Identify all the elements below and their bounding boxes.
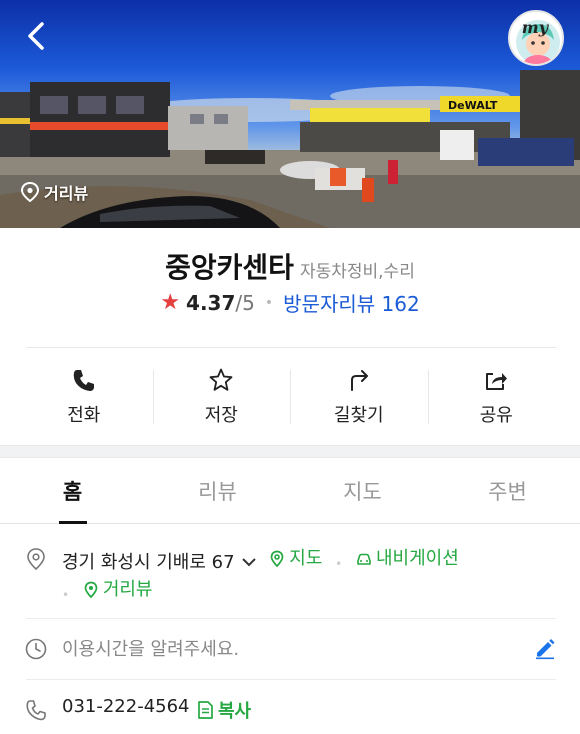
map-pin-icon bbox=[270, 550, 284, 568]
visitor-review-link[interactable]: 방문자리뷰 162 bbox=[283, 288, 420, 317]
location-pin-icon bbox=[24, 547, 48, 571]
separator-dot: • bbox=[264, 294, 274, 311]
location-pin-icon bbox=[20, 181, 40, 203]
divider bbox=[26, 618, 556, 619]
my-profile-button[interactable]: my bbox=[508, 10, 564, 66]
my-label: my bbox=[521, 18, 548, 37]
share-label: 공유 bbox=[479, 405, 513, 426]
star-outline-icon bbox=[209, 368, 233, 391]
map-link-label: 지도 bbox=[289, 548, 323, 569]
navigation-link-label: 내비게이션 bbox=[375, 548, 459, 569]
share-button[interactable]: 공유 bbox=[427, 358, 566, 436]
dewalt-sign-text: DeWALT bbox=[448, 99, 498, 112]
back-button[interactable] bbox=[18, 16, 54, 56]
car-icon bbox=[357, 553, 371, 565]
section-separator bbox=[0, 445, 580, 458]
directions-button[interactable]: 길찾기 bbox=[290, 358, 428, 436]
hours-placeholder[interactable]: 이용시간을 알려주세요. bbox=[62, 635, 239, 661]
phone-icon bbox=[24, 698, 48, 722]
copy-label: 복사 bbox=[218, 701, 252, 722]
copy-icon bbox=[198, 701, 213, 719]
save-button[interactable]: 저장 bbox=[152, 358, 291, 436]
divider bbox=[26, 679, 556, 680]
call-button[interactable]: 전화 bbox=[15, 358, 153, 436]
tab-bar: 홈 리뷰 지도 주변 bbox=[0, 458, 580, 524]
pencil-icon bbox=[536, 639, 555, 660]
address-text[interactable]: 경기 화성시 기배로 67 bbox=[62, 552, 235, 573]
separator-dot: • bbox=[335, 557, 343, 571]
rating-score: 4.37 bbox=[186, 290, 236, 315]
street-view-photo[interactable]: DeWALT my 거리뷰 bbox=[0, 0, 580, 228]
divider bbox=[26, 347, 556, 348]
tab-map[interactable]: 지도 bbox=[290, 458, 435, 523]
street-view-label: 거리뷰 bbox=[44, 184, 89, 203]
edit-hours-button[interactable] bbox=[533, 636, 557, 660]
place-header: 중앙카센타 자동차정비,수리 bbox=[0, 246, 580, 286]
rating-row: ★ 4.37/5 • 방문자리뷰 162 bbox=[0, 288, 580, 317]
call-label: 전화 bbox=[67, 405, 101, 426]
star-icon: ★ bbox=[160, 290, 181, 315]
phone-icon bbox=[73, 370, 94, 391]
address-row-2: • 거리뷰 bbox=[62, 576, 153, 609]
tab-reviews[interactable]: 리뷰 bbox=[145, 458, 290, 523]
place-name: 중앙카센타 bbox=[165, 252, 294, 283]
tab-nearby[interactable]: 주변 bbox=[435, 458, 580, 523]
street-view-link[interactable]: 거리뷰 bbox=[82, 576, 153, 604]
chevron-left-icon bbox=[28, 22, 44, 50]
phone-number[interactable]: 031-222-4564 bbox=[62, 696, 190, 717]
directions-arrow-icon bbox=[350, 370, 368, 391]
tab-home[interactable]: 홈 bbox=[0, 458, 145, 523]
save-label: 저장 bbox=[204, 405, 238, 426]
street-view-badge[interactable]: 거리뷰 bbox=[20, 180, 88, 204]
directions-label: 길찾기 bbox=[333, 405, 384, 426]
place-category: 자동차정비,수리 bbox=[299, 262, 415, 282]
navigation-link[interactable]: 내비게이션 bbox=[355, 545, 459, 573]
location-pin-icon bbox=[84, 581, 98, 599]
address-row: 경기 화성시 기배로 67 지도 • 내비게이션 bbox=[62, 545, 560, 578]
copy-phone-button[interactable]: 복사 bbox=[196, 697, 251, 723]
rating-max: /5 bbox=[235, 290, 255, 315]
chevron-down-icon[interactable] bbox=[241, 549, 257, 577]
map-link[interactable]: 지도 bbox=[268, 545, 322, 573]
street-view-link-label: 거리뷰 bbox=[102, 579, 153, 600]
share-icon bbox=[486, 373, 508, 390]
action-bar: 전화 저장 길찾기 공유 bbox=[15, 358, 565, 436]
separator-dot: • bbox=[62, 588, 70, 602]
clock-icon bbox=[24, 637, 48, 661]
